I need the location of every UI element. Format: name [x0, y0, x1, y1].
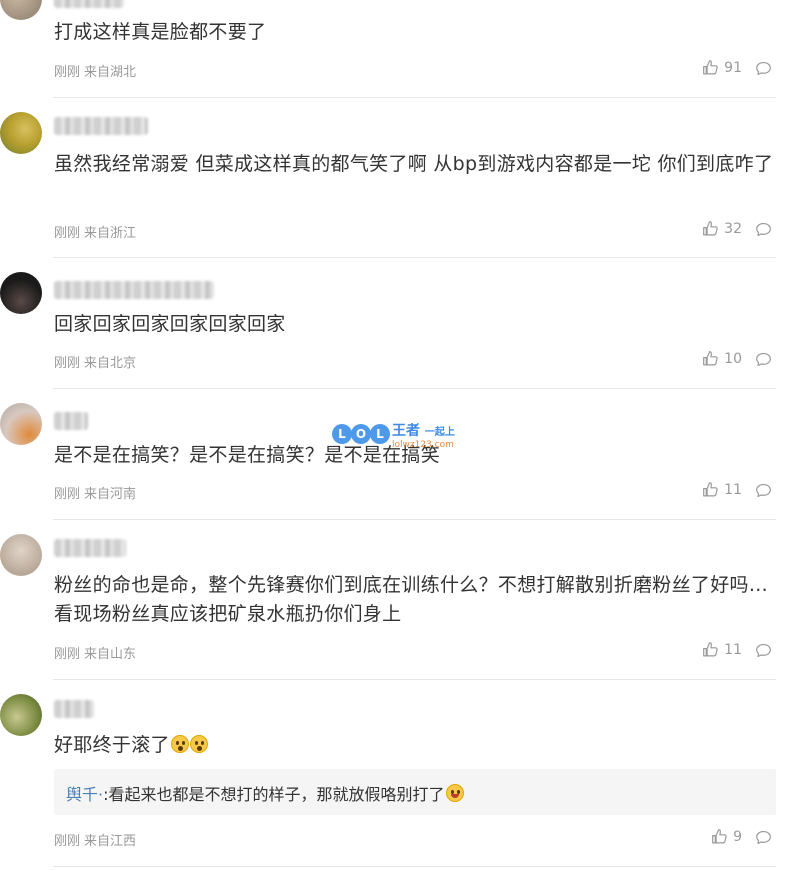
watermark-subtitle: 一起上	[424, 427, 455, 438]
comment-meta: 刚刚 来自浙江	[54, 222, 140, 241]
comment-meta: 刚刚 来自河南	[54, 483, 140, 502]
watermark-letter: L	[370, 424, 390, 444]
like-button[interactable]: 9	[711, 828, 742, 845]
thumbs-up-icon	[703, 221, 718, 236]
reply-button[interactable]	[755, 642, 772, 663]
like-count: 10	[724, 350, 742, 367]
comment-text: 粉丝的命也是命，整个先锋赛你们到底在训练什么？不想打解散别折磨粉丝了好吗…看现场…	[54, 574, 769, 625]
like-button[interactable]: 10	[702, 350, 742, 367]
comment-location: 来自山东	[84, 647, 137, 662]
avatar[interactable]	[0, 112, 42, 154]
comment-bubble-icon	[756, 222, 771, 237]
comment-location: 来自北京	[84, 356, 137, 371]
like-count: 11	[724, 481, 742, 498]
scared-face-emoji	[189, 735, 208, 753]
smile-face-emoji	[445, 784, 464, 802]
thumbs-up-icon	[703, 60, 718, 75]
comment-location: 来自浙江	[84, 226, 137, 241]
divider	[53, 97, 776, 98]
like-button[interactable]: 32	[702, 220, 742, 237]
like-button[interactable]: 91	[702, 59, 742, 76]
username[interactable]	[54, 700, 94, 718]
username[interactable]	[54, 281, 214, 299]
reply-button[interactable]	[755, 60, 772, 81]
like-count: 91	[724, 59, 742, 76]
comment-time: 刚刚	[54, 834, 81, 849]
comment-meta: 刚刚 来自北京	[54, 352, 140, 371]
divider	[53, 866, 776, 867]
thumbs-up-icon	[703, 482, 718, 497]
divider	[53, 388, 776, 389]
comment-text: 虽然我经常溺爱 但菜成这样真的都气笑了啊 从bp到游戏内容都是一坨 你们到底咋了	[54, 153, 774, 175]
comment-bubble-icon	[756, 643, 771, 658]
reply-box[interactable]: 舆千·:看起来也都是不想打的样子，那就放假咯别打了	[54, 769, 776, 815]
thumbs-up-icon	[703, 351, 718, 366]
avatar[interactable]	[0, 694, 42, 736]
like-button[interactable]: 11	[702, 641, 742, 658]
site-watermark: L O L 王者 一起上 lolwz123.com	[332, 418, 462, 454]
username[interactable]	[54, 412, 88, 430]
username[interactable]	[54, 117, 148, 135]
divider	[53, 519, 776, 520]
comment-location: 来自河南	[84, 487, 137, 502]
comment-bubble-icon	[756, 483, 771, 498]
username[interactable]	[54, 0, 124, 8]
avatar[interactable]	[0, 272, 42, 314]
comment-location: 来自湖北	[84, 65, 137, 80]
reply-button[interactable]	[755, 829, 772, 850]
like-count: 11	[724, 641, 742, 658]
reply-line: 舆千·:看起来也都是不想打的样子，那就放假咯别打了	[66, 781, 464, 805]
reply-button[interactable]	[755, 221, 772, 242]
thumbs-up-icon	[712, 829, 727, 844]
watermark-title: 王者 一起上	[392, 420, 455, 440]
avatar[interactable]	[0, 0, 42, 20]
comment-time: 刚刚	[54, 356, 81, 371]
reply-author[interactable]: 舆千·	[66, 785, 103, 804]
avatar[interactable]	[0, 403, 42, 445]
comment-text: 好耶终于滚了	[54, 731, 776, 760]
comment-text-body: 好耶终于滚了	[54, 734, 170, 756]
reply-text: :看起来也都是不想打的样子，那就放假咯别打了	[103, 785, 445, 804]
watermark-letter: O	[351, 424, 371, 444]
like-button[interactable]: 11	[702, 481, 742, 498]
divider	[53, 679, 776, 680]
username[interactable]	[54, 539, 126, 557]
comment-time: 刚刚	[54, 65, 81, 80]
reply-button[interactable]	[755, 351, 772, 372]
watermark-letter: L	[332, 424, 352, 444]
comment-text: 打成这样真是脸都不要了	[54, 21, 267, 43]
divider	[53, 257, 776, 258]
comment-time: 刚刚	[54, 226, 81, 241]
comment-time: 刚刚	[54, 647, 81, 662]
watermark-title-main: 王者	[392, 423, 420, 439]
comment-meta: 刚刚 来自湖北	[54, 61, 140, 80]
scared-face-emoji	[170, 735, 189, 753]
comment-time: 刚刚	[54, 487, 81, 502]
comment-bubble-icon	[756, 61, 771, 76]
thumbs-up-icon	[703, 642, 718, 657]
watermark-url: lolwz123.com	[392, 440, 454, 450]
comment-location: 来自江西	[84, 834, 137, 849]
avatar[interactable]	[0, 534, 42, 576]
comment-meta: 刚刚 来自山东	[54, 643, 140, 662]
comment-text: 回家回家回家回家回家回家	[54, 313, 286, 335]
like-count: 9	[733, 828, 742, 845]
comment-bubble-icon	[756, 352, 771, 367]
comment-bubble-icon	[756, 830, 771, 845]
comment-meta: 刚刚 来自江西	[54, 830, 140, 849]
like-count: 32	[724, 220, 742, 237]
reply-button[interactable]	[755, 482, 772, 503]
